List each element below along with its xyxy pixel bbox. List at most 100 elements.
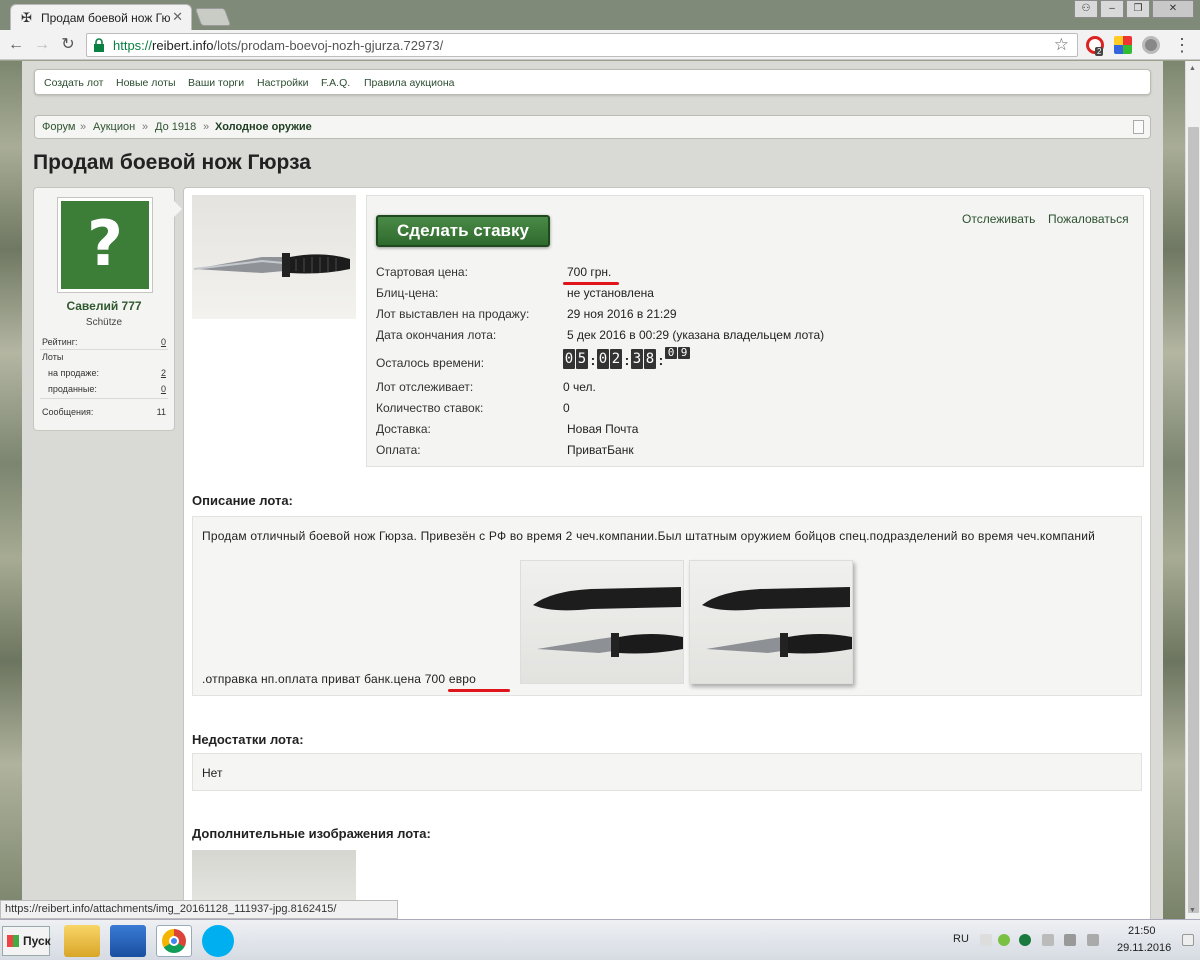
on-sale-value[interactable]: 2: [161, 368, 166, 378]
maximize-button[interactable]: ❐: [1126, 0, 1150, 18]
buyout-price-label: Блиц-цена:: [376, 286, 439, 300]
nav-faq[interactable]: F.A.Q.: [321, 77, 350, 89]
document-icon[interactable]: [1133, 120, 1144, 134]
new-tab-button[interactable]: [194, 8, 232, 26]
timer-colon: :: [590, 352, 596, 368]
divider: [40, 349, 168, 350]
report-link[interactable]: Пожаловаться: [1048, 212, 1129, 226]
clock-date[interactable]: 29.11.2016: [1117, 942, 1171, 954]
url-text: https://reibert.info/lots/prodam-boevoj-…: [113, 38, 443, 53]
url-domain: reibert.info: [152, 38, 214, 53]
watch-link[interactable]: Отслеживать: [962, 212, 1035, 226]
extension-badge: 2: [1095, 47, 1104, 56]
nav-create-lot[interactable]: Создать лот: [44, 77, 103, 89]
windows-flag-icon: [7, 935, 19, 947]
tray-notification-icon[interactable]: [1182, 934, 1194, 946]
lots-label: Лоты: [42, 352, 64, 362]
description-shipping-text: .отправка нп.оплата приват банк.цена: [202, 672, 425, 686]
minimize-button[interactable]: –: [1100, 0, 1124, 18]
defects-box: Нет: [192, 753, 1142, 791]
nav-your-bids[interactable]: Ваши торги: [188, 77, 244, 89]
extension-sync-icon[interactable]: [1142, 36, 1160, 54]
timer-digit: 8: [644, 349, 656, 369]
delivery-label: Доставка:: [376, 422, 431, 436]
payment-value: ПриватБанк: [567, 443, 634, 457]
knife-sheath-image: [702, 587, 852, 657]
timer-digit: 0: [665, 347, 677, 359]
sold-label: проданные:: [48, 384, 97, 394]
nav-new-lots[interactable]: Новые лоты: [116, 77, 176, 89]
back-icon[interactable]: ←: [6, 35, 26, 55]
reload-icon[interactable]: ↻: [58, 35, 78, 55]
tray-volume-icon[interactable]: [1087, 934, 1099, 946]
description-text: Продам отличный боевой нож Гюрза. Привез…: [202, 529, 1096, 543]
close-window-button[interactable]: ✕: [1152, 0, 1194, 18]
timer-digit: 9: [678, 347, 690, 359]
browser-tabbar: ✠ Продам боевой нож Гю… ✕ ⚇ – ❐ ✕: [0, 0, 1200, 30]
address-bar[interactable]: https://reibert.info/lots/prodam-boevoj-…: [86, 33, 1078, 57]
tray-network-icon[interactable]: [1064, 934, 1076, 946]
chrome-taskbar-button[interactable]: [156, 925, 192, 957]
extension-colorful-icon[interactable]: [1114, 36, 1132, 54]
scrollbar-thumb[interactable]: [1188, 127, 1199, 913]
menu-icon[interactable]: ⋮: [1172, 35, 1192, 55]
description-image[interactable]: [520, 560, 684, 684]
timer-digit: 0: [597, 349, 609, 369]
scroll-up-icon[interactable]: ▲: [1189, 65, 1196, 72]
browser-tab[interactable]: ✠ Продам боевой нож Гю… ✕: [10, 4, 192, 30]
avatar[interactable]: ?: [58, 198, 152, 292]
crumb-auction[interactable]: Аукцион: [93, 121, 135, 133]
sold-value[interactable]: 0: [161, 384, 166, 394]
skype-icon[interactable]: [202, 925, 234, 957]
end-date-value: 5 дек 2016 в 00:29 (указана владельцем л…: [567, 328, 825, 342]
start-button[interactable]: Пуск: [2, 926, 51, 956]
scroll-down-icon[interactable]: ▼: [1189, 907, 1196, 914]
defects-heading: Недостатки лота:: [192, 732, 304, 747]
explorer-icon[interactable]: [64, 925, 100, 957]
lot-info-box: Сделать ставку Отслеживать Пожаловаться …: [366, 195, 1144, 467]
messages-label: Сообщения:: [42, 407, 94, 417]
browser-toolbar: ← → ↻ https://reibert.info/lots/prodam-b…: [0, 30, 1200, 60]
timer-colon: :: [658, 352, 664, 368]
start-label: Пуск: [23, 934, 51, 948]
crumb-current: Холодное оружие: [215, 121, 312, 133]
timer-digit: 5: [576, 349, 588, 369]
username[interactable]: Савелий 777: [34, 299, 174, 313]
crumb-forum[interactable]: Форум: [42, 121, 75, 133]
bids-count-label: Количество ставок:: [376, 401, 484, 415]
nav-auction-rules[interactable]: Правила аукциона: [364, 77, 454, 89]
bookmark-star-icon[interactable]: ☆: [1054, 35, 1069, 55]
nav-settings[interactable]: Настройки: [257, 77, 309, 89]
clock-time[interactable]: 21:50: [1128, 925, 1156, 937]
tab-close-icon[interactable]: ✕: [172, 9, 183, 25]
messages-value: 11: [156, 407, 166, 417]
lot-photo[interactable]: [192, 195, 356, 319]
chrome-icon-center: [169, 936, 179, 946]
tray-expand-icon[interactable]: [980, 934, 992, 946]
crumb-separator: »: [80, 121, 87, 133]
rating-value[interactable]: 0: [161, 337, 166, 347]
end-date-label: Дата окончания лота:: [376, 328, 497, 342]
user-title: Schütze: [85, 317, 123, 328]
description-heading: Описание лота:: [192, 493, 293, 508]
url-path: /lots/prodam-boevoj-nozh-gjurza.72973/: [213, 38, 444, 53]
description-image[interactable]: [689, 560, 853, 684]
tray-green-icon[interactable]: [998, 934, 1010, 946]
crumb-separator: »: [203, 121, 210, 133]
description-text-shipping: .отправка нп.оплата приват банк.цена 700…: [202, 672, 476, 686]
tray-flag-icon[interactable]: [1042, 934, 1054, 946]
extra-images-heading: Дополнительные изображения лота:: [192, 826, 431, 841]
language-indicator[interactable]: RU: [953, 933, 969, 945]
forward-icon[interactable]: →: [32, 35, 52, 55]
user-profile-icon[interactable]: ⚇: [1074, 0, 1098, 18]
vertical-scrollbar[interactable]: ▲ ▼: [1185, 61, 1200, 919]
description-price: 700 евро: [424, 672, 477, 686]
media-player-icon[interactable]: [110, 925, 146, 957]
place-bid-button[interactable]: Сделать ставку: [376, 215, 550, 247]
page-viewport: Создать лот Новые лоты Ваши торги Настро…: [0, 61, 1185, 919]
divider: [40, 398, 168, 399]
bids-count-value: 0: [563, 401, 570, 415]
timer-digit: 2: [610, 349, 622, 369]
crumb-before-1918[interactable]: До 1918: [155, 121, 196, 133]
tray-status-icon[interactable]: [1019, 934, 1031, 946]
